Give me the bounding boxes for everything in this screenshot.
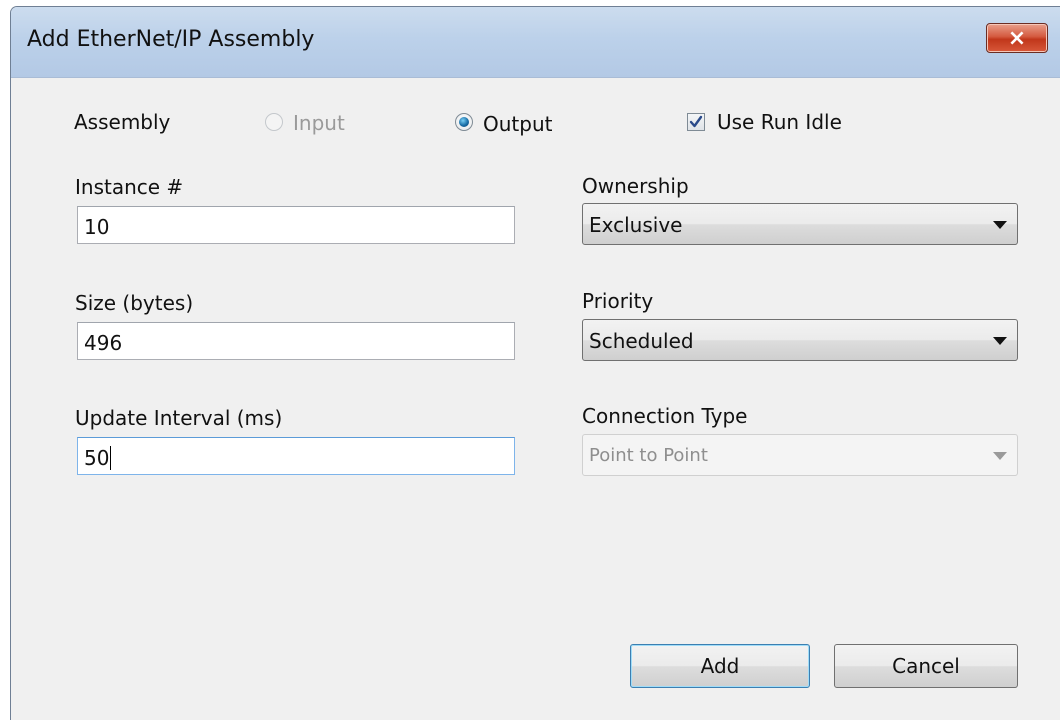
interval-value: 50: [84, 446, 110, 470]
close-icon: ×: [1007, 25, 1027, 51]
close-button[interactable]: ×: [986, 23, 1048, 53]
update-interval-field[interactable]: 50: [77, 437, 515, 475]
ownership-value: Exclusive: [589, 213, 683, 237]
ownership-dropdown[interactable]: Exclusive: [582, 203, 1018, 245]
input-radio[interactable]: [265, 113, 283, 131]
input-radio-label: Input: [293, 111, 345, 135]
text-caret: [110, 446, 112, 470]
connection-type-dropdown[interactable]: Point to Point: [582, 434, 1018, 476]
add-button[interactable]: Add: [630, 644, 810, 688]
priority-dropdown[interactable]: Scheduled: [582, 319, 1018, 361]
size-value: 496: [84, 331, 123, 355]
connection-type-value: Point to Point: [589, 445, 708, 466]
instance-field[interactable]: 10: [77, 206, 515, 244]
cancel-button[interactable]: Cancel: [834, 644, 1018, 688]
dialog-body: Assembly Input Output Use Run Idle Insta…: [11, 78, 1060, 720]
window-title: Add EtherNet/IP Assembly: [27, 27, 315, 52]
ownership-label: Ownership: [582, 174, 689, 198]
chevron-down-icon: [993, 337, 1007, 345]
title-bar[interactable]: Add EtherNet/IP Assembly ×: [11, 7, 1060, 78]
use-run-idle-checkbox[interactable]: [687, 113, 705, 131]
dialog-window: Add EtherNet/IP Assembly × Assembly Inpu…: [10, 6, 1060, 720]
instance-label: Instance #: [75, 175, 184, 199]
output-radio-label: Output: [483, 112, 553, 136]
priority-value: Scheduled: [589, 329, 694, 353]
size-label: Size (bytes): [75, 291, 194, 315]
priority-label: Priority: [582, 289, 654, 313]
chevron-down-icon: [993, 452, 1007, 460]
instance-value: 10: [84, 215, 110, 239]
chevron-down-icon: [993, 221, 1007, 229]
size-field[interactable]: 496: [77, 322, 515, 360]
output-radio[interactable]: [455, 113, 473, 131]
checkmark-icon: [689, 115, 703, 128]
assembly-label: Assembly: [74, 110, 171, 134]
connection-type-label: Connection Type: [582, 404, 748, 428]
interval-label: Update Interval (ms): [75, 406, 283, 430]
use-run-idle-label: Use Run Idle: [717, 110, 842, 134]
